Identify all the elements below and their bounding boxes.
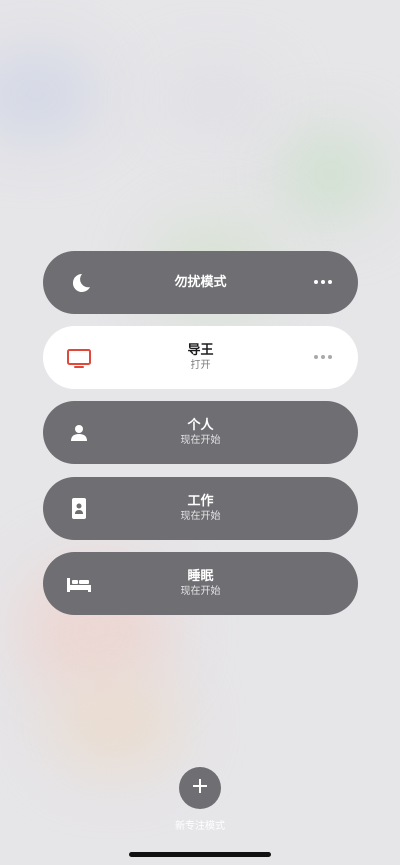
plus-icon (192, 778, 208, 798)
person-icon (65, 419, 93, 447)
focus-title: 勿扰模式 (174, 274, 227, 290)
id-badge-icon (65, 495, 93, 523)
focus-status: 打开 (190, 360, 211, 371)
home-indicator[interactable] (129, 852, 271, 857)
focus-personal[interactable]: 个人 现在开始 (43, 401, 358, 464)
more-options-icon[interactable] (314, 277, 336, 287)
focus-title: 导王 (187, 343, 214, 358)
focus-sleep[interactable]: 睡眠 现在开始 (43, 552, 358, 615)
focus-title: 个人 (187, 418, 214, 433)
focus-title: 睡眠 (187, 569, 214, 584)
more-options-icon[interactable] (314, 352, 336, 362)
add-focus-label: 新专注模式 (175, 821, 225, 832)
focus-do-not-disturb[interactable]: 勿扰模式 (43, 251, 358, 314)
focus-status: 现在开始 (180, 586, 221, 597)
moon-icon (65, 269, 93, 297)
bed-icon (65, 570, 93, 598)
add-focus-button[interactable] (179, 767, 221, 809)
focus-daowang[interactable]: 导王 打开 (43, 326, 358, 389)
focus-status: 现在开始 (180, 435, 221, 446)
focus-work[interactable]: 工作 现在开始 (43, 477, 358, 540)
tv-icon (65, 344, 93, 372)
focus-status: 现在开始 (180, 511, 221, 522)
focus-title: 工作 (187, 494, 214, 509)
